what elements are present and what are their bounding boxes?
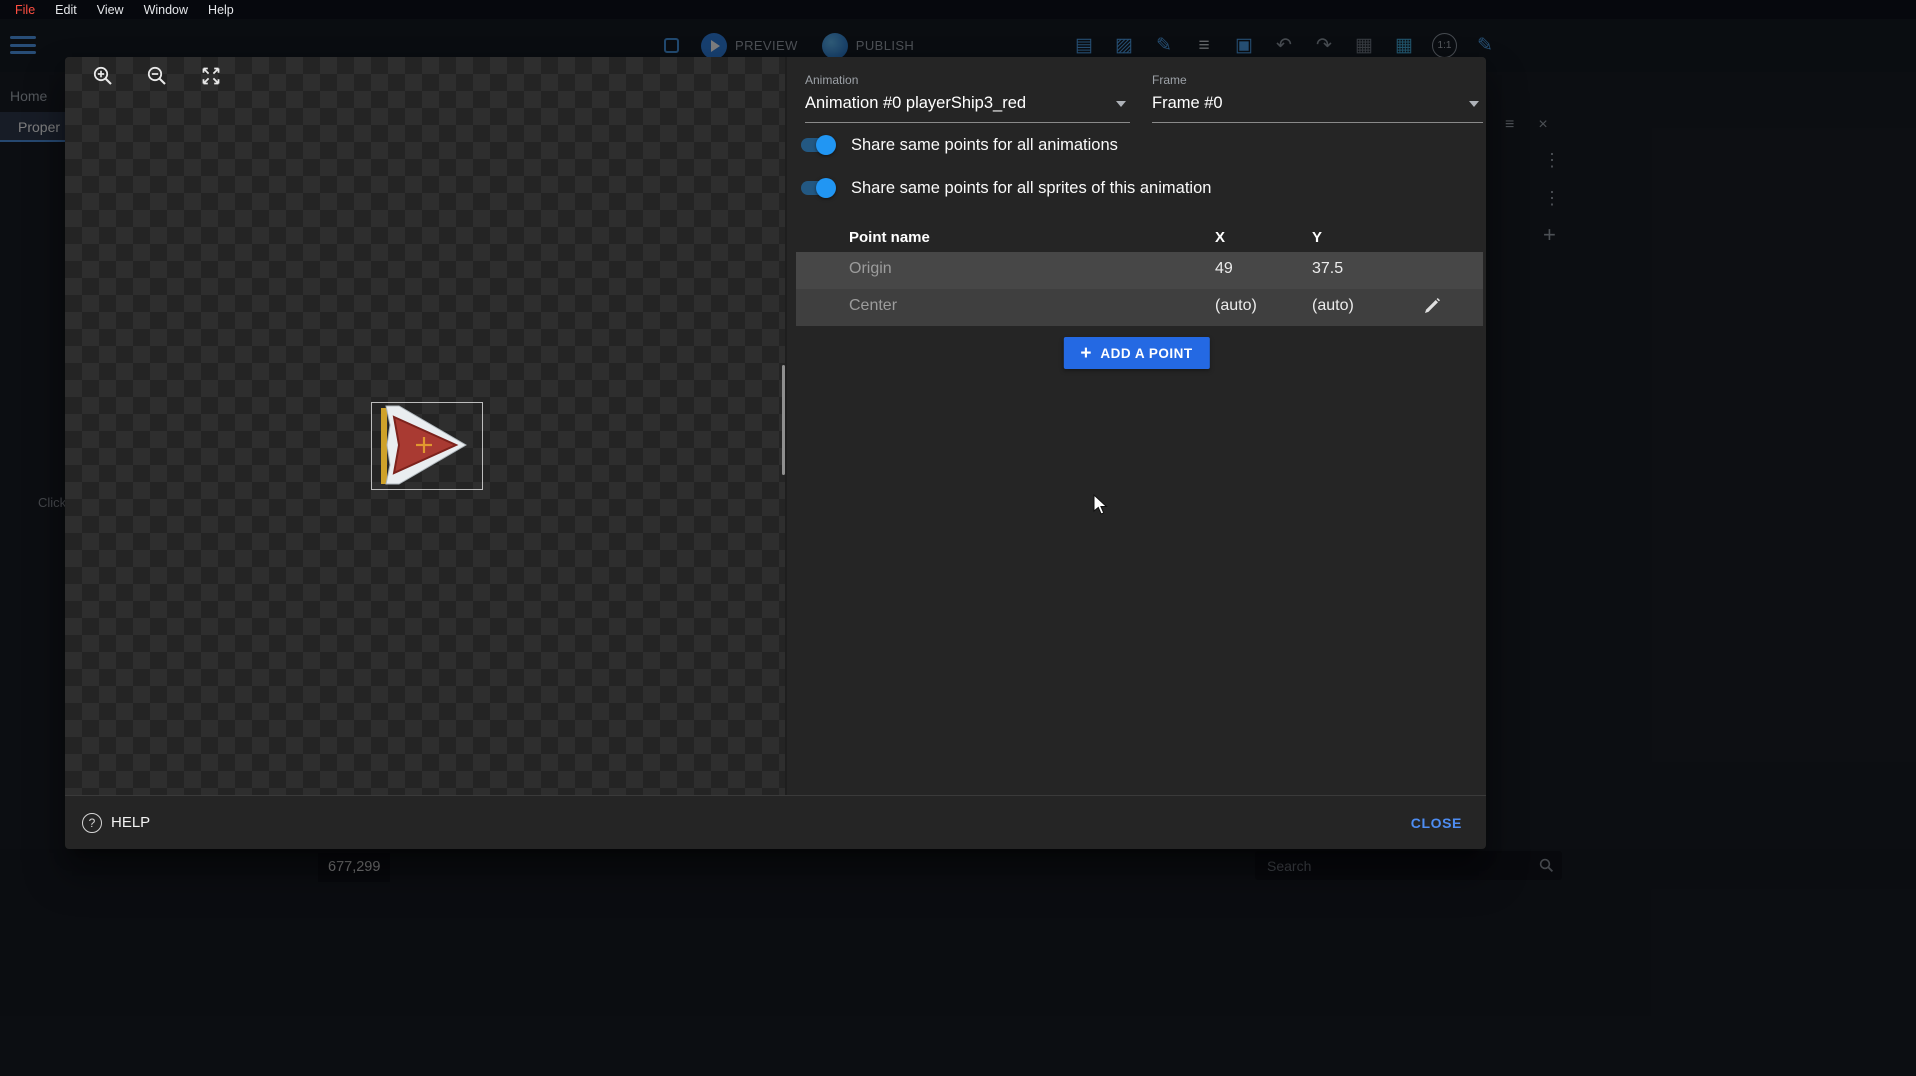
toggle-share-points-all-animations[interactable] [800, 135, 836, 155]
pencil-icon [1422, 296, 1442, 316]
point-x-value[interactable]: 49 [1215, 260, 1233, 278]
menu-view[interactable]: View [87, 3, 134, 17]
point-y-value[interactable]: (auto) [1312, 297, 1354, 315]
fit-to-view-icon[interactable] [200, 65, 222, 87]
chevron-down-icon [1469, 101, 1479, 107]
header-x: X [1215, 229, 1225, 246]
point-x-value[interactable]: (auto) [1215, 297, 1257, 315]
animation-select-label: Animation [805, 73, 1130, 87]
frame-select-label: Frame [1152, 73, 1483, 87]
dialog-footer: ? HELP CLOSE [65, 795, 1486, 849]
menu-file[interactable]: File [5, 3, 45, 17]
zoom-in-icon[interactable] [92, 65, 114, 87]
help-button[interactable]: ? HELP [82, 813, 150, 833]
add-point-button[interactable]: + ADD A POINT [1063, 337, 1209, 369]
mouse-cursor [1093, 494, 1109, 516]
points-editor-dialog: Animation Animation #0 playerShip3_red F… [65, 57, 1486, 849]
menu-bar: File Edit View Window Help [0, 0, 1916, 19]
menu-window[interactable]: Window [134, 3, 198, 17]
player-ship-sprite [372, 403, 482, 489]
point-y-value[interactable]: 37.5 [1312, 260, 1343, 278]
header-y: Y [1312, 229, 1322, 246]
help-label: HELP [111, 814, 150, 831]
edit-point-button[interactable] [1420, 295, 1444, 319]
zoom-out-icon[interactable] [146, 65, 168, 87]
plus-icon: + [1080, 344, 1091, 363]
chevron-down-icon [1116, 101, 1126, 107]
menu-edit[interactable]: Edit [45, 3, 87, 17]
point-name: Origin [849, 260, 892, 278]
toggle-label: Share same points for all animations [851, 136, 1118, 155]
header-point-name: Point name [849, 229, 930, 246]
frame-select-value: Frame #0 [1152, 94, 1483, 113]
points-panel: Animation Animation #0 playerShip3_red F… [787, 57, 1486, 795]
points-table-header: Point name X Y [796, 225, 1483, 253]
table-row-origin[interactable]: Origin 49 37.5 [796, 252, 1483, 289]
point-name: Center [849, 297, 897, 315]
help-icon: ? [82, 813, 102, 833]
menu-help[interactable]: Help [198, 3, 244, 17]
app-window: File Edit View Window Help PREVIEW PUBLI… [0, 0, 1916, 1076]
table-row-center[interactable]: Center (auto) (auto) [796, 289, 1483, 326]
toggle-label: Share same points for all sprites of thi… [851, 179, 1211, 198]
sprite-preview-canvas[interactable] [65, 57, 787, 795]
sprite-frame[interactable] [371, 402, 483, 490]
animation-select[interactable]: Animation Animation #0 playerShip3_red [805, 73, 1130, 123]
close-button[interactable]: CLOSE [1397, 807, 1476, 839]
toggle-share-points-all-sprites[interactable] [800, 178, 836, 198]
frame-select[interactable]: Frame Frame #0 [1152, 73, 1483, 123]
animation-select-value: Animation #0 playerShip3_red [805, 94, 1130, 113]
canvas-scrollbar[interactable] [782, 365, 785, 475]
